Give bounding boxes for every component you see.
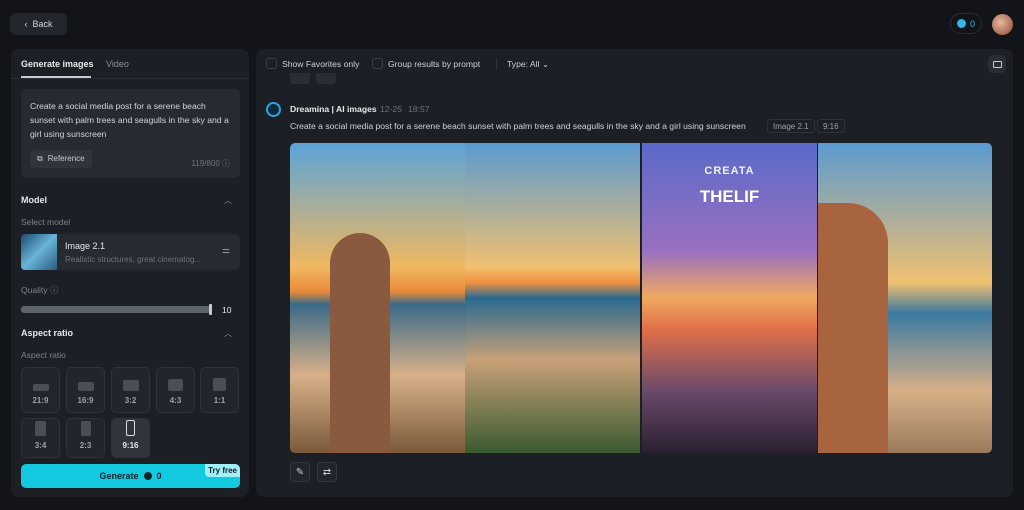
aspect-9-16[interactable]: 9:16 bbox=[111, 418, 150, 458]
quality-slider-handle[interactable] bbox=[209, 304, 212, 315]
shoulder-figure bbox=[818, 203, 888, 453]
model-description: Realistic structures, great cinematog... bbox=[65, 255, 202, 264]
char-count: 119/800 ⓘ bbox=[191, 159, 230, 168]
avatar[interactable] bbox=[992, 14, 1013, 35]
model-selector[interactable]: Image 2.1 Realistic structures, great ci… bbox=[21, 234, 240, 270]
repeat-icon: ⇄ bbox=[322, 466, 332, 478]
result-date: 12-25 bbox=[380, 104, 402, 114]
image-add-icon: ⧉ bbox=[37, 154, 43, 163]
model-thumbnail bbox=[21, 234, 57, 270]
select-model-label: Select model bbox=[21, 217, 71, 227]
credit-icon bbox=[956, 19, 966, 28]
result-image-1[interactable] bbox=[290, 143, 465, 453]
girl-figure bbox=[330, 233, 390, 453]
collapse-aspect-icon[interactable]: ︿ bbox=[224, 328, 232, 339]
aspect-1-1[interactable]: 1:1 bbox=[200, 367, 239, 413]
favorites-label[interactable]: Show Favorites only bbox=[282, 59, 359, 69]
try-free-badge: Try free bbox=[205, 464, 240, 477]
prompt-input[interactable]: Create a social media post for a serene … bbox=[21, 89, 240, 178]
poster-title-2: THELIF bbox=[699, 187, 760, 206]
result-prompt: Create a social media post for a serene … bbox=[290, 121, 746, 131]
results-panel: Show Favorites only Group results by pro… bbox=[256, 49, 1013, 497]
result-image-3[interactable]: CREATA THELIF bbox=[642, 143, 817, 453]
pencil-icon: ✎ bbox=[295, 466, 305, 478]
aspect-3-2[interactable]: 3:2 bbox=[111, 367, 150, 413]
generate-button[interactable]: Generate 0 Try free bbox=[21, 464, 240, 488]
generation-panel: Generate images Video Create a social me… bbox=[11, 49, 249, 497]
type-filter-dropdown[interactable]: Type: All ⌄ bbox=[507, 59, 549, 70]
result-time: 18:57 bbox=[408, 104, 430, 114]
quality-label: Quality ⓘ bbox=[21, 285, 59, 295]
quality-slider[interactable] bbox=[21, 306, 211, 313]
model-name: Image 2.1 bbox=[65, 241, 106, 251]
aspect-ratio-label: Aspect ratio bbox=[21, 350, 66, 360]
divider bbox=[496, 58, 497, 70]
prev-action-button[interactable] bbox=[316, 73, 336, 84]
dreamina-logo-icon bbox=[266, 102, 281, 117]
back-button[interactable]: ‹ Back bbox=[10, 13, 67, 35]
aspect-21-9[interactable]: 21:9 bbox=[21, 367, 60, 413]
chevron-left-icon: ‹ bbox=[24, 19, 28, 29]
group-checkbox[interactable] bbox=[372, 58, 383, 69]
edit-button[interactable]: ✎ bbox=[290, 462, 310, 482]
prev-action-button[interactable] bbox=[290, 73, 310, 84]
mode-tabs: Generate images Video bbox=[11, 49, 249, 79]
active-tab-indicator bbox=[21, 76, 91, 78]
reference-button[interactable]: ⧉ Reference bbox=[30, 150, 92, 168]
aspect-2-3[interactable]: 2:3 bbox=[66, 418, 105, 458]
tab-video[interactable]: Video bbox=[106, 59, 129, 69]
aspect-16-9[interactable]: 16:9 bbox=[66, 367, 105, 413]
credits-badge[interactable]: 0 bbox=[950, 13, 982, 34]
model-heading: Model bbox=[21, 195, 47, 205]
favorites-checkbox[interactable] bbox=[266, 58, 277, 69]
aspect-4-3[interactable]: 4:3 bbox=[156, 367, 195, 413]
settings-sliders-icon[interactable]: ⚌ bbox=[222, 245, 230, 256]
quality-value: 10 bbox=[222, 305, 232, 315]
result-image-2[interactable] bbox=[465, 143, 640, 453]
folder-icon[interactable] bbox=[988, 55, 1006, 73]
poster-title-1: CREATA bbox=[704, 165, 755, 177]
group-label[interactable]: Group results by prompt bbox=[388, 59, 480, 69]
aspect-3-4[interactable]: 3:4 bbox=[21, 418, 60, 458]
result-author: Dreamina | AI images bbox=[290, 104, 377, 114]
result-image-4[interactable] bbox=[818, 143, 992, 453]
ratio-tag: 9:16 bbox=[817, 119, 845, 133]
collapse-model-icon[interactable]: ︿ bbox=[224, 195, 232, 206]
regenerate-button[interactable]: ⇄ bbox=[317, 462, 337, 482]
tab-generate-images[interactable]: Generate images bbox=[21, 59, 94, 69]
credit-icon bbox=[143, 472, 152, 480]
aspect-ratio-heading: Aspect ratio bbox=[21, 328, 74, 338]
model-tag: Image 2.1 bbox=[767, 119, 815, 133]
